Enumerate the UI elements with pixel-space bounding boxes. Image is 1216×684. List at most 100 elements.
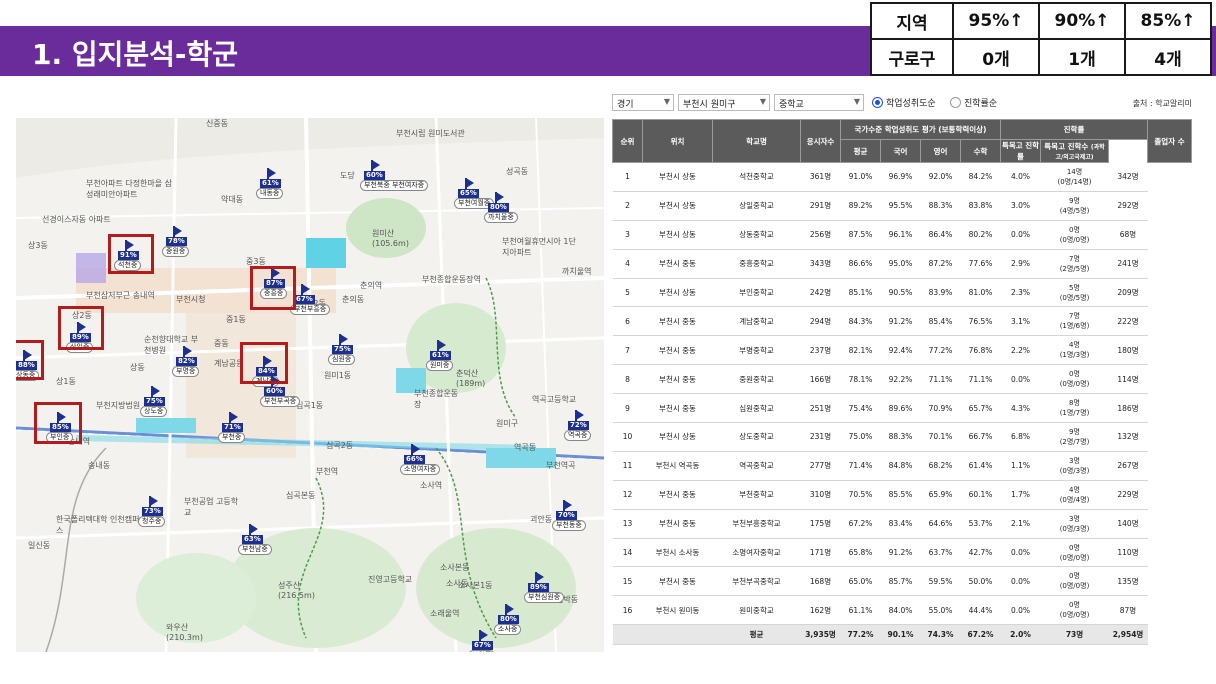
map-place-label: 일신동 <box>28 541 51 550</box>
table-cell-school: 상일중학교 <box>712 191 801 221</box>
table-cell-applicants: 361명 <box>800 162 841 192</box>
table-cell-korean: 90.5% <box>880 278 921 308</box>
table-row[interactable]: 12 부천시 중동 부천중학교 310명 70.5% 85.5% 65.9% 60.1% 1.7… <box>612 480 1192 510</box>
table-cell-korean: 95.0% <box>880 249 921 279</box>
table-cell-rank: 8 <box>612 364 643 395</box>
table-cell-special-count: 4명 (0명/4명) <box>1040 480 1109 510</box>
map-place-label: 역곡고등학교 <box>532 395 577 404</box>
table-row[interactable]: 9 부천시 중동 심원중학교 251명 75.4% 89.6% 70.9% 65.7% 4.3%… <box>612 393 1192 424</box>
table-row[interactable]: 3 부천시 상동 상동중학교 256명 87.5% 96.1% 86.4% 80.2% 0.0%… <box>612 220 1192 250</box>
table-cell-rank: 3 <box>612 220 643 250</box>
flag-icon <box>250 524 258 534</box>
pin-school-name: 청주중 <box>138 516 166 527</box>
table-cell-korean: 95.5% <box>880 191 921 221</box>
table-cell-applicants: 277명 <box>800 451 841 481</box>
table-cell-graduates: 186명 <box>1108 393 1148 424</box>
table-row[interactable]: 11 부천시 역곡동 역곡중학교 277명 71.4% 84.8% 68.2% 61.4% 1.… <box>612 451 1192 481</box>
map-place-label: 부천공업 고등학교 <box>184 497 239 517</box>
table-cell-korean: 84.8% <box>880 451 921 481</box>
table-cell-english: 85.4% <box>920 306 961 337</box>
school-map[interactable]: 신중동 성곡동 약대동 도당 부천시립 원미도서관 부천아파트 다정한마을 삼성… <box>16 118 604 652</box>
pin-percent: 80% <box>488 203 509 212</box>
table-cell-rank: 12 <box>612 480 643 510</box>
table-cell-english: 68.2% <box>920 451 961 481</box>
table-cell-school: 역곡중학교 <box>712 451 801 481</box>
highlight-box <box>34 402 82 444</box>
table-cell-rank: 16 <box>612 595 643 626</box>
col-special-count-label: 특목고 진학수 <box>1044 142 1089 151</box>
table-cell-rank: 7 <box>612 335 643 366</box>
map-place-label: 신중동 <box>206 119 229 128</box>
map-place-label: 소사본동 <box>440 563 470 572</box>
pin-percent: 61% <box>260 179 281 188</box>
table-row[interactable]: 4 부천시 중동 중흥중학교 343명 86.6% 95.0% 87.2% 77.6% 2.9%… <box>612 249 1192 279</box>
pin-school-name: 소사중 <box>494 624 522 635</box>
table-row[interactable]: 16 부천시 원미동 원미중학교 162명 61.1% 84.0% 55.0% 44.4% 0.… <box>612 595 1192 626</box>
chevron-down-icon: ▼ <box>853 97 860 106</box>
table-cell-math: 80.2% <box>960 220 1001 250</box>
pin-percent: 67% <box>294 295 315 304</box>
district-select-value: 부천시 원미구 <box>683 100 736 110</box>
table-cell-location: 부천시 중동 <box>642 364 713 395</box>
pin-percent: 71% <box>222 423 243 432</box>
table-row[interactable]: 10 부천시 상동 상도중학교 231명 75.0% 88.3% 70.1% 66.7% 6.8… <box>612 422 1192 452</box>
table-cell-graduates: 114명 <box>1108 364 1148 395</box>
pin-percent: 67% <box>472 641 493 650</box>
pin-percent: 78% <box>166 237 187 246</box>
table-cell-english: 70.9% <box>920 393 961 424</box>
table-cell-graduates: 229명 <box>1108 480 1148 510</box>
table-cell-avg: 65.8% <box>840 538 881 568</box>
table-cell-school: 석천중학교 <box>712 162 801 192</box>
filter-row: 경기 ▼ 부천시 원미구 ▼ 중학교 ▼ 학업성취도순 진학률순 출처 : 학교… <box>612 90 1192 114</box>
map-place-label: 괴안동 <box>530 515 553 524</box>
pin-school-name: 내동중 <box>256 188 284 199</box>
table-row[interactable]: 13 부천시 중동 부천부흥중학교 175명 67.2% 83.4% 64.6% 53.7% 2… <box>612 509 1192 539</box>
district-select[interactable]: 부천시 원미구 ▼ <box>678 94 770 111</box>
table-cell-graduates: 140명 <box>1108 509 1148 539</box>
table-cell-math: 83.8% <box>960 191 1001 221</box>
table-cell-avg: 89.2% <box>840 191 881 221</box>
table-cell-math: 65.7% <box>960 393 1001 424</box>
highlight-box <box>240 342 288 384</box>
table-cell-korean: 92.4% <box>880 335 921 366</box>
flag-icon <box>576 410 584 420</box>
pin-percent: 80% <box>498 615 519 624</box>
table-row[interactable]: 8 부천시 중동 중원중학교 166명 78.1% 92.2% 71.1% 71.1% 0.0%… <box>612 364 1192 395</box>
table-cell-graduates: 87명 <box>1108 595 1148 626</box>
summary-header-cell: 85%↑ <box>1124 2 1212 40</box>
table-row[interactable]: 15 부천시 중동 부천부곡중학교 168명 65.0% 85.7% 59.5% 50.0% 0… <box>612 566 1192 597</box>
radio-advance-rate[interactable]: 진학률순 <box>950 96 997 109</box>
average-cell: 3,935명 <box>800 624 841 646</box>
table-row[interactable]: 14 부천시 소사동 소명여자중학교 171명 65.8% 91.2% 63.7% 42.7%… <box>612 538 1192 568</box>
col-school: 학교명 <box>712 119 801 163</box>
province-select[interactable]: 경기 ▼ <box>612 94 674 111</box>
table-cell-special-rate: 0.0% <box>1000 566 1041 597</box>
flag-icon <box>230 412 238 422</box>
table-row[interactable]: 2 부천시 상동 상일중학교 291명 89.2% 95.5% 88.3% 83.8% 3.0%… <box>612 191 1192 221</box>
table-cell-school: 계남중학교 <box>712 306 801 337</box>
table-row[interactable]: 6 부천시 중동 계남중학교 294명 84.3% 91.2% 85.4% 76.5% 3.1%… <box>612 306 1192 337</box>
map-place-label: 부천종합운동장역 <box>422 275 481 284</box>
table-cell-english: 87.2% <box>920 249 961 279</box>
table-cell-school: 부천중학교 <box>712 480 801 510</box>
table-row[interactable]: 1 부천시 상동 석천중학교 361명 91.0% 96.9% 92.0% 84.2% 4.0%… <box>612 162 1192 192</box>
summary-table: 지역 95%↑ 90%↑ 85%↑ 구로구 0개 1개 4개 <box>870 2 1212 76</box>
table-cell-location: 부천시 중동 <box>642 566 713 597</box>
table-cell-korean: 91.2% <box>880 306 921 337</box>
radio-achievement[interactable]: 학업성취도순 <box>872 96 936 109</box>
table-cell-location: 부천시 중동 <box>642 480 713 510</box>
pin-school-name: 부명중 <box>172 366 200 377</box>
table-row[interactable]: 5 부천시 상동 부인중학교 242명 85.1% 90.5% 83.9% 81.0% 2.3%… <box>612 278 1192 308</box>
map-place-label: 춘의동 <box>342 295 365 304</box>
table-cell-graduates: 222명 <box>1108 306 1148 337</box>
table-cell-graduates: 132명 <box>1108 422 1148 452</box>
map-place-label: 부천시청 <box>176 295 206 304</box>
radio-selected-icon <box>872 97 883 108</box>
table-cell-math: 76.5% <box>960 306 1001 337</box>
col-group-advance: 진학률 <box>1000 119 1148 140</box>
level-select[interactable]: 중학교 ▼ <box>774 94 864 111</box>
table-cell-location: 부천시 상동 <box>642 422 713 452</box>
table-cell-special-rate: 2.1% <box>1000 509 1041 539</box>
table-row[interactable]: 7 부천시 중동 부명중학교 237명 82.1% 92.4% 77.2% 76.8% 2.2%… <box>612 335 1192 366</box>
source-note: 출처 : 학교알리미 <box>1132 99 1192 108</box>
